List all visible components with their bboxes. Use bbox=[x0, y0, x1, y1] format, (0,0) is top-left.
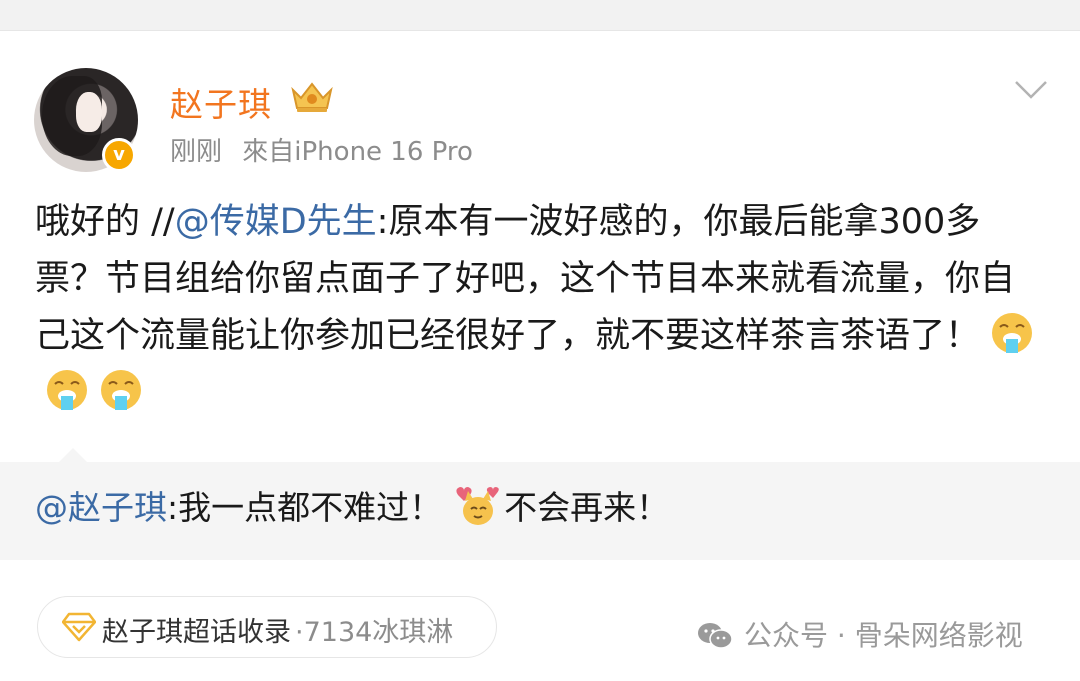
diamond-icon bbox=[62, 612, 96, 642]
post-time: 刚刚 bbox=[170, 137, 223, 167]
callout-arrow bbox=[58, 448, 88, 463]
reply-mention-link[interactable]: @赵子琪 bbox=[35, 488, 167, 527]
watermark: 公众号 · 骨朵网络影视 bbox=[696, 614, 1023, 654]
cat-heart-emoji-icon bbox=[456, 487, 499, 525]
watermark-text: 公众号 · 骨朵网络影视 bbox=[744, 619, 1023, 652]
wechat-icon bbox=[698, 623, 733, 649]
post-text: 哦好的 //@传媒D先生:原本有一波好感的，你最后能拿300多票？节目组给你留点… bbox=[35, 194, 1045, 422]
reply-line: @赵子琪:我一点都不难过！ 不会再来！ bbox=[35, 482, 669, 534]
supertopic-label: 赵子琪超话收录 ·7134冰琪淋 bbox=[102, 610, 453, 649]
avatar-face bbox=[76, 92, 102, 132]
chevron-down-icon[interactable] bbox=[1014, 80, 1048, 100]
vomit-emoji-icon bbox=[47, 370, 87, 410]
reply-text-before: :我一点都不难过！ bbox=[167, 488, 443, 527]
reply-text-after: 不会再来！ bbox=[504, 488, 670, 527]
supertopic-name: 赵子琪超话收录 bbox=[102, 617, 291, 648]
vomit-emoji-icon bbox=[992, 313, 1033, 353]
verified-badge-icon: v bbox=[102, 138, 136, 172]
supertopic-chip[interactable]: 赵子琪超话收录 ·7134冰琪淋 bbox=[37, 596, 497, 658]
supertopic-count: ·7134冰琪淋 bbox=[295, 617, 454, 648]
username[interactable]: 赵子琪 bbox=[170, 78, 272, 126]
top-strip bbox=[0, 0, 1080, 30]
post-text-intro: 哦好的 // bbox=[35, 202, 175, 242]
mention-link[interactable]: @传媒D先生 bbox=[175, 202, 377, 242]
post-source: 來自iPhone 16 Pro bbox=[242, 137, 473, 167]
crown-icon[interactable] bbox=[289, 80, 335, 114]
post-meta: 刚刚 來自iPhone 16 Pro bbox=[170, 131, 485, 168]
divider bbox=[0, 30, 1080, 31]
vomit-emoji-icon bbox=[101, 370, 141, 410]
weibo-post-screenshot: v 赵子琪 刚刚 來自iPhone 16 Pro 哦好的 //@传媒D先生:原本… bbox=[0, 0, 1080, 681]
